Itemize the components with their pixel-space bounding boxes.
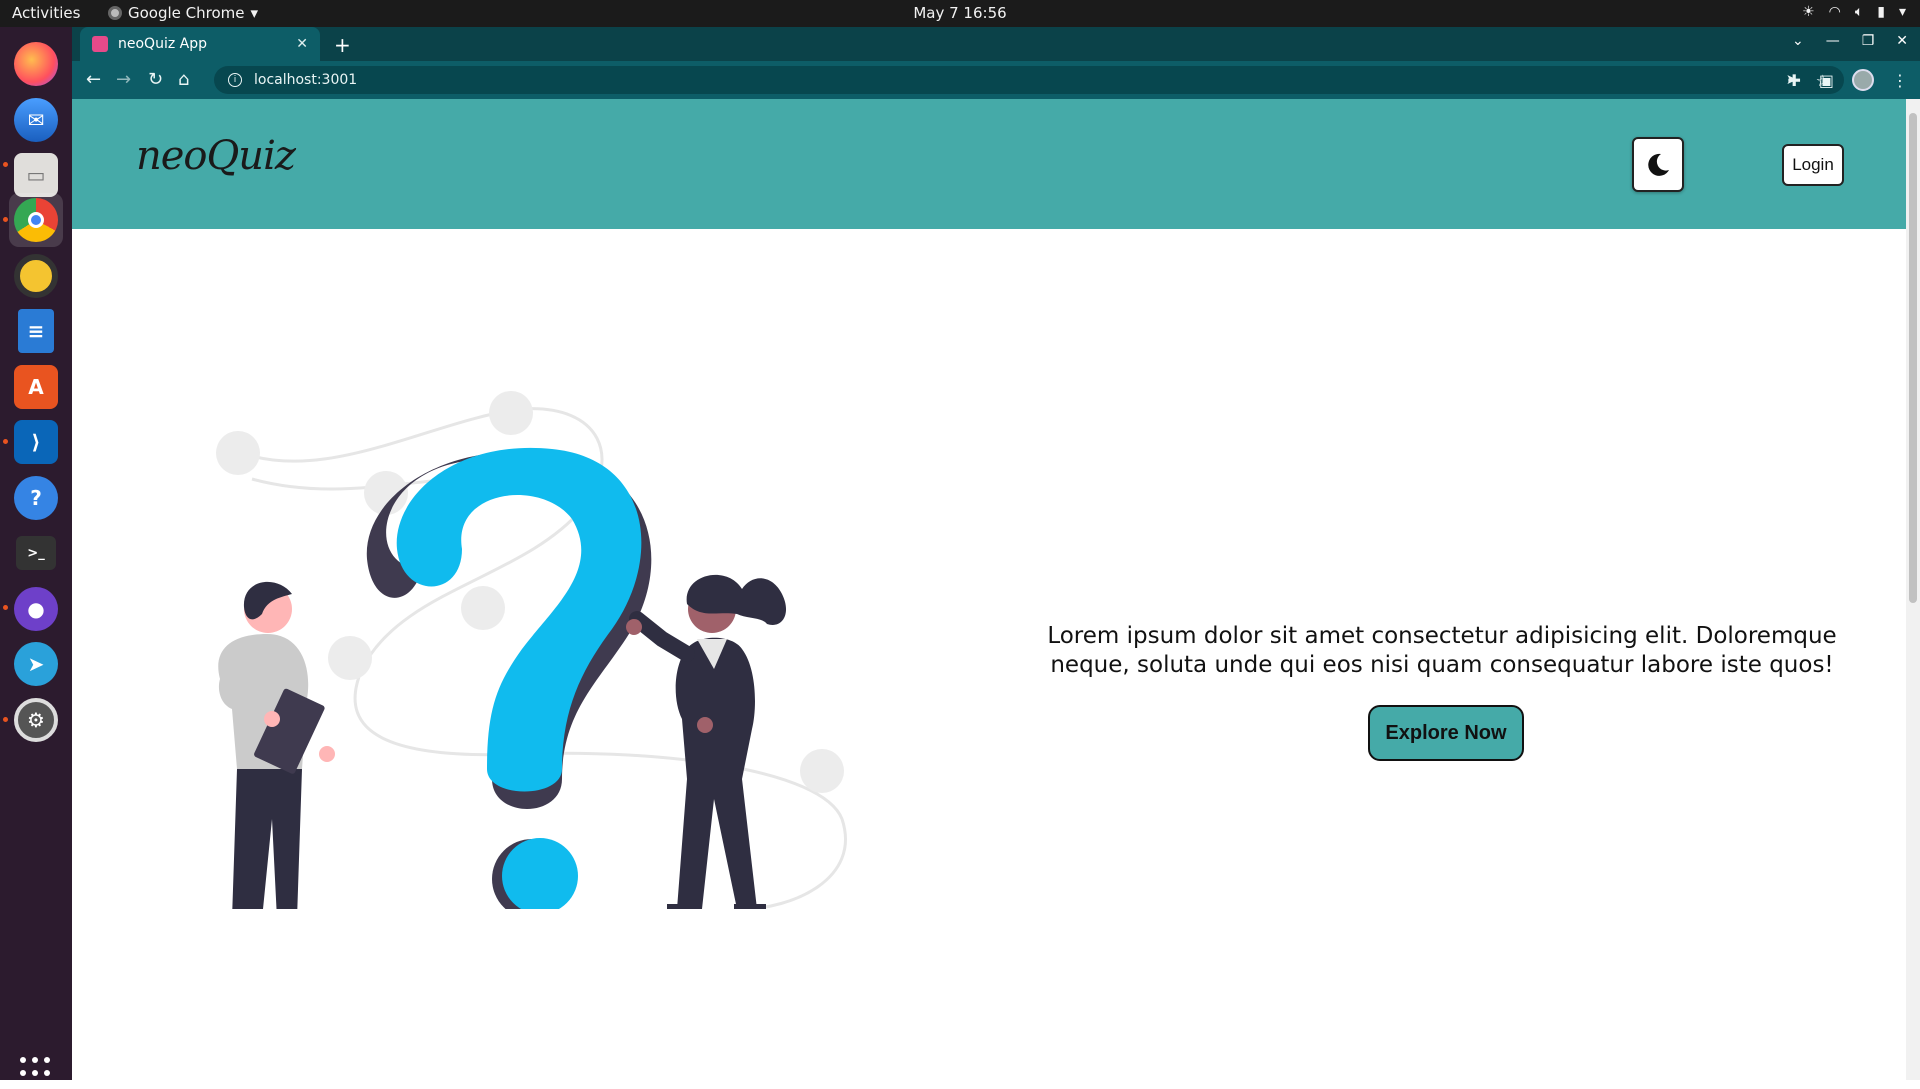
browser-window: neoQuiz App ✕ + ⌄ — ❐ ✕ ← → ↻ ⌂ i localh… — [72, 27, 1920, 1080]
firefox-icon — [14, 42, 58, 86]
show-apps-button[interactable] — [20, 1057, 52, 1089]
more-menu-icon[interactable]: ⋮ — [1892, 71, 1908, 90]
explore-now-button[interactable]: Explore Now — [1368, 705, 1524, 761]
close-tab-icon[interactable]: ✕ — [296, 36, 308, 52]
dock-telegram[interactable]: ➤ — [9, 637, 63, 691]
tab-title: neoQuiz App — [118, 36, 207, 52]
back-arrow-icon[interactable]: ← — [86, 69, 101, 90]
site-info-icon[interactable]: i — [228, 73, 242, 87]
chrome-app-icon — [108, 6, 122, 20]
system-top-bar: Activities Google Chrome ▾ May 7 16:56 ☀… — [0, 0, 1920, 27]
tab-strip: neoQuiz App ✕ + ⌄ — ❐ ✕ — [72, 27, 1920, 61]
dock-help[interactable]: ? — [9, 471, 63, 525]
window-controls: ⌄ — ❐ ✕ — [1792, 33, 1908, 49]
side-panel-icon[interactable]: ▣ — [1819, 71, 1834, 90]
chrome-icon — [14, 198, 58, 242]
site-logo[interactable]: neoQuiz — [136, 133, 296, 179]
page-viewport: neoQuiz Login Lorem ipsum dolor sit amet… — [72, 99, 1920, 1080]
tab-search-icon[interactable]: ⌄ — [1792, 33, 1804, 49]
deco-circle — [328, 636, 372, 680]
site-navbar: neoQuiz Login — [72, 99, 1906, 229]
deco-circle — [489, 391, 533, 435]
dock-settings[interactable]: ⚙ — [9, 693, 63, 747]
dock-terminal[interactable]: >_ — [9, 526, 63, 580]
extensions-puzzle-icon[interactable]: ✚ — [1787, 71, 1800, 90]
system-tray[interactable]: ☀ ◠ 🔈︎ ▮ ▾ — [1802, 4, 1906, 20]
dock-chrome[interactable] — [9, 193, 63, 247]
deco-circle — [216, 431, 260, 475]
battery-icon: ▮ — [1877, 4, 1885, 20]
dock-github[interactable]: ● — [9, 582, 63, 636]
dock-firefox[interactable] — [9, 37, 63, 91]
question-mark — [396, 447, 642, 792]
help-icon: ? — [14, 476, 58, 520]
clock[interactable]: May 7 16:56 — [913, 4, 1006, 22]
files-icon: ▭ — [14, 153, 58, 197]
address-bar[interactable]: i localhost:3001 ➤ ☆ — [214, 66, 1844, 94]
forward-arrow-icon[interactable]: → — [116, 69, 131, 90]
profile-avatar[interactable] — [1852, 69, 1874, 91]
moon-icon — [1648, 153, 1669, 176]
deco-circle — [461, 586, 505, 630]
toolbar-right: ✚ ▣ ⋮ — [1787, 69, 1908, 91]
question-mark-illustration — [216, 391, 847, 909]
chevron-down-icon: ▾ — [1898, 4, 1906, 20]
woman-figure — [626, 574, 787, 909]
close-window-icon[interactable]: ✕ — [1896, 33, 1908, 49]
url-text: localhost:3001 — [254, 72, 358, 88]
thunderbird-icon: ✉ — [14, 98, 58, 142]
dock-thunderbird[interactable]: ✉ — [9, 93, 63, 147]
browser-toolbar: ← → ↻ ⌂ i localhost:3001 ➤ ☆ ✚ ▣ ⋮ — [72, 61, 1920, 99]
tab-neoquiz[interactable]: neoQuiz App ✕ — [80, 27, 320, 61]
favicon-icon — [92, 36, 108, 52]
app-menu[interactable]: Google Chrome ▾ — [108, 4, 258, 22]
settings-gear-icon: ⚙ — [14, 698, 58, 742]
vscode-icon: ⟩ — [14, 420, 58, 464]
reload-icon[interactable]: ↻ — [148, 69, 163, 90]
dock-vscode[interactable]: ⟩ — [9, 415, 63, 469]
telegram-icon: ➤ — [14, 642, 58, 686]
deco-circle — [800, 749, 844, 793]
page-scrollbar[interactable] — [1906, 99, 1920, 1080]
login-button[interactable]: Login — [1782, 144, 1844, 186]
hero-description: Lorem ipsum dolor sit amet consectetur a… — [1047, 623, 1837, 678]
dock-rhythmbox[interactable] — [9, 249, 63, 303]
github-icon: ● — [14, 587, 58, 631]
software-store-icon: A — [14, 365, 58, 409]
app-menu-label: Google Chrome — [128, 4, 245, 22]
dock-writer[interactable]: ≡ — [9, 304, 63, 358]
activities-button[interactable]: Activities — [12, 4, 80, 22]
terminal-icon: >_ — [16, 536, 56, 570]
rhythmbox-icon — [14, 254, 58, 298]
brightness-icon: ☀ — [1802, 4, 1815, 20]
dock: ✉ ▭ ≡ A ⟩ ? >_ ● ➤ ⚙ — [0, 27, 72, 1089]
new-tab-icon[interactable]: + — [334, 33, 351, 57]
scrollbar-thumb[interactable] — [1909, 113, 1917, 603]
maximize-icon[interactable]: ❐ — [1862, 33, 1875, 49]
home-icon[interactable]: ⌂ — [178, 69, 189, 90]
theme-toggle-button[interactable] — [1632, 137, 1684, 192]
minimize-icon[interactable]: — — [1826, 33, 1840, 49]
writer-icon: ≡ — [18, 309, 54, 353]
dock-software[interactable]: A — [9, 360, 63, 414]
volume-icon: 🔈︎ — [1854, 4, 1864, 20]
chevron-down-icon: ▾ — [250, 4, 259, 22]
man-figure — [218, 581, 335, 909]
wifi-icon: ◠ — [1828, 4, 1841, 20]
